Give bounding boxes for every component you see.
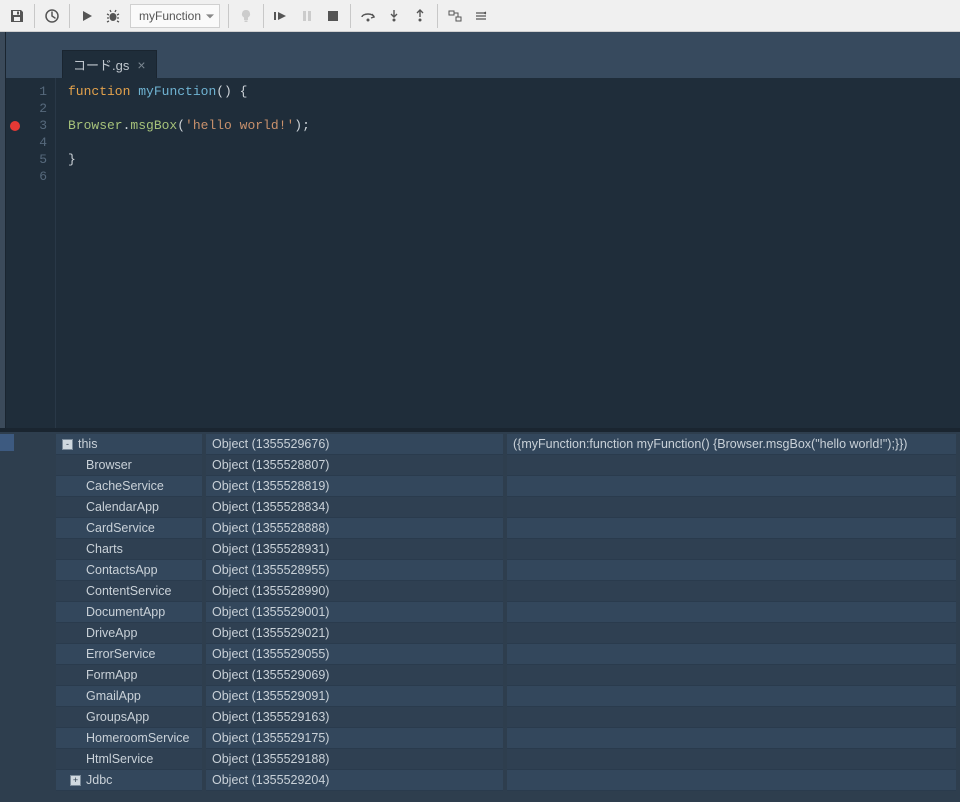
debug-value-cell (507, 644, 956, 665)
close-icon[interactable]: × (137, 57, 145, 73)
debug-value-cell (507, 602, 956, 623)
debug-type-cell: Object (1355529021) (206, 623, 503, 644)
debug-vars-column: - this BrowserCacheServiceCalendarAppCar… (56, 434, 202, 800)
line-gutter[interactable]: 1 2 3 4 5 6 (6, 78, 56, 428)
debug-value-cell (507, 749, 956, 770)
step-out-icon[interactable] (407, 3, 433, 29)
toolbar: myFunction (0, 0, 960, 32)
debug-value-cell (507, 623, 956, 644)
debug-var-item[interactable]: ContentService (56, 581, 202, 602)
debug-value-cell (507, 518, 956, 539)
debug-type-cell: Object (1355528990) (206, 581, 503, 602)
function-select[interactable]: myFunction (130, 4, 220, 28)
debug-value-cell (507, 728, 956, 749)
debug-type-cell: Object (1355528955) (206, 560, 503, 581)
debug-type-cell: Object (1355529069) (206, 665, 503, 686)
debug-value-cell (507, 665, 956, 686)
debug-type-cell: Object (1355529091) (206, 686, 503, 707)
collapse-all-icon[interactable] (468, 3, 494, 29)
step-over-icon[interactable] (355, 3, 381, 29)
debug-value-cell (507, 539, 956, 560)
debug-var-item[interactable]: DocumentApp (56, 602, 202, 623)
debug-type-cell: Object (1355529163) (206, 707, 503, 728)
debug-types-column: Object (1355529676) Object (1355528807)O… (206, 434, 503, 800)
debug-var-root[interactable]: - this (56, 434, 202, 455)
debug-value-cell (507, 455, 956, 476)
debug-type-cell: Object (1355529001) (206, 602, 503, 623)
debug-type-cell: Object (1355529676) (206, 434, 503, 455)
active-stack-frame[interactable] (0, 434, 14, 451)
tab-code-gs[interactable]: コード.gs × (62, 50, 157, 78)
debug-value-cell (507, 686, 956, 707)
chevron-down-icon (206, 14, 214, 18)
debug-value-cell (507, 707, 956, 728)
debug-values-column: ({myFunction:function myFunction() {Brow… (507, 434, 956, 800)
debug-var-item[interactable]: GroupsApp (56, 707, 202, 728)
debug-var-item[interactable]: GmailApp (56, 686, 202, 707)
function-select-label: myFunction (139, 9, 201, 23)
debug-value-cell (507, 476, 956, 497)
collapse-icon[interactable]: - (62, 439, 73, 450)
debug-type-cell: Object (1355528931) (206, 539, 503, 560)
debug-var-item[interactable]: ErrorService (56, 644, 202, 665)
debug-type-cell: Object (1355528888) (206, 518, 503, 539)
debug-type-cell: Object (1355529175) (206, 728, 503, 749)
debug-value-cell (507, 497, 956, 518)
debug-value-cell: ({myFunction:function myFunction() {Brow… (507, 434, 956, 455)
debug-var-item[interactable]: CacheService (56, 476, 202, 497)
debug-var-item[interactable]: +Jdbc (56, 770, 202, 791)
debug-icon[interactable] (100, 3, 126, 29)
debug-var-item[interactable]: CardService (56, 518, 202, 539)
editor-area: コード.gs × 1 2 3 4 5 6 function myFunction… (0, 32, 960, 428)
debug-value-cell (507, 581, 956, 602)
debug-value-cell (507, 770, 956, 791)
debug-var-item[interactable]: CalendarApp (56, 497, 202, 518)
continue-icon[interactable] (268, 3, 294, 29)
debug-type-cell: Object (1355529188) (206, 749, 503, 770)
debug-var-item[interactable]: DriveApp (56, 623, 202, 644)
run-icon[interactable] (74, 3, 100, 29)
tab-label: コード.gs (73, 55, 129, 74)
debug-type-cell: Object (1355529055) (206, 644, 503, 665)
debug-var-item[interactable]: FormApp (56, 665, 202, 686)
pause-icon[interactable] (294, 3, 320, 29)
debug-var-item[interactable]: Charts (56, 539, 202, 560)
debug-type-cell: Object (1355529204) (206, 770, 503, 791)
code-editor[interactable]: function myFunction() { Browser.msgBox('… (56, 78, 960, 428)
expand-icon[interactable]: + (70, 775, 81, 786)
debug-value-cell (507, 560, 956, 581)
breakpoint-icon[interactable] (10, 121, 20, 131)
debug-var-item[interactable]: Browser (56, 455, 202, 476)
stop-icon[interactable] (320, 3, 346, 29)
debug-var-item[interactable]: HomeroomService (56, 728, 202, 749)
lightbulb-icon[interactable] (233, 3, 259, 29)
step-into-icon[interactable] (381, 3, 407, 29)
save-icon[interactable] (4, 3, 30, 29)
debug-type-cell: Object (1355528807) (206, 455, 503, 476)
debug-type-cell: Object (1355528819) (206, 476, 503, 497)
debug-var-item[interactable]: ContactsApp (56, 560, 202, 581)
expand-all-icon[interactable] (442, 3, 468, 29)
debug-type-cell: Object (1355528834) (206, 497, 503, 518)
debug-panel: - this BrowserCacheServiceCalendarAppCar… (0, 428, 960, 802)
tabstrip: コード.gs × (0, 50, 960, 78)
history-icon[interactable] (39, 3, 65, 29)
debug-var-item[interactable]: HtmlService (56, 749, 202, 770)
